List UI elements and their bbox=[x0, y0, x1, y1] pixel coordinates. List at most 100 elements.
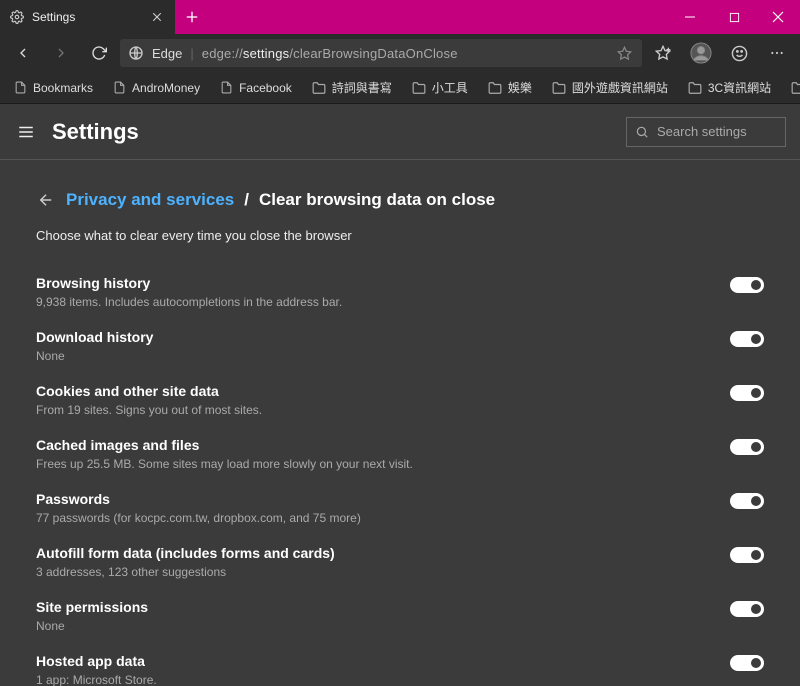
favorite-star-icon[interactable] bbox=[614, 43, 634, 63]
hamburger-menu-icon[interactable] bbox=[14, 120, 38, 144]
toggle-switch[interactable] bbox=[730, 385, 764, 401]
toggle-knob bbox=[751, 604, 761, 614]
breadcrumb-current: Clear browsing data on close bbox=[259, 190, 495, 210]
toggle-knob bbox=[751, 550, 761, 560]
option-title: Browsing history bbox=[36, 275, 718, 291]
section-subtitle: Choose what to clear every time you clos… bbox=[36, 228, 764, 243]
bookmark-label: 詩詞與書寫 bbox=[332, 79, 392, 96]
option-description: 3 addresses, 123 other suggestions bbox=[36, 565, 718, 579]
maximize-button[interactable] bbox=[712, 0, 756, 34]
bookmark-item[interactable]: Facebook bbox=[212, 77, 300, 99]
toggle-switch[interactable] bbox=[730, 277, 764, 293]
bookmark-item[interactable]: 小工具 bbox=[404, 75, 476, 100]
option-row: Download history None bbox=[36, 319, 764, 373]
bookmark-label: AndroMoney bbox=[132, 81, 200, 95]
toggle-knob bbox=[751, 280, 761, 290]
option-text: Browsing history9,938 items. Includes au… bbox=[36, 275, 730, 309]
option-description: Frees up 25.5 MB. Some sites may load mo… bbox=[36, 457, 718, 471]
bookmark-item[interactable]: 品牌Newsroom bbox=[783, 75, 800, 100]
bookmark-label: Facebook bbox=[239, 81, 292, 95]
option-title: Download history bbox=[36, 329, 718, 345]
breadcrumb-back-icon[interactable] bbox=[36, 190, 56, 210]
option-row: Site permissions None bbox=[36, 589, 764, 643]
option-text: Cached images and files Frees up 25.5 MB.… bbox=[36, 437, 730, 471]
option-row: Cached images and files Frees up 25.5 MB.… bbox=[36, 427, 764, 481]
breadcrumb-parent-link[interactable]: Privacy and services bbox=[66, 190, 234, 210]
option-description: From 19 sites. Signs you out of most sit… bbox=[36, 403, 718, 417]
gear-icon bbox=[10, 10, 24, 24]
toggle-knob bbox=[751, 334, 761, 344]
bookmarks-bar: Bookmarks AndroMoney Facebook 詩詞與書寫小工具 娛樂 國外遊… bbox=[0, 72, 800, 104]
window-controls bbox=[668, 0, 800, 34]
toggle-knob bbox=[751, 442, 761, 452]
close-tab-icon[interactable] bbox=[149, 9, 165, 25]
option-title: Site permissions bbox=[36, 599, 718, 615]
browser-tab[interactable]: Settings bbox=[0, 0, 175, 34]
minimize-button[interactable] bbox=[668, 0, 712, 34]
option-title: Hosted app data bbox=[36, 653, 718, 669]
option-row: Hosted app data 1 app: Microsoft Store. bbox=[36, 643, 764, 686]
search-icon bbox=[635, 125, 649, 139]
toggle-switch[interactable] bbox=[730, 331, 764, 347]
feedback-button[interactable] bbox=[722, 36, 756, 70]
url-scheme: edge:// bbox=[202, 46, 243, 61]
bookmark-item[interactable]: AndroMoney bbox=[105, 77, 208, 99]
favorites-button[interactable] bbox=[646, 36, 680, 70]
window-titlebar: Settings bbox=[0, 0, 800, 34]
toggle-switch[interactable] bbox=[730, 439, 764, 455]
tab-title: Settings bbox=[32, 10, 141, 24]
bookmark-item[interactable]: 詩詞與書寫 bbox=[304, 75, 400, 100]
toggle-knob bbox=[751, 658, 761, 668]
close-window-button[interactable] bbox=[756, 0, 800, 34]
option-text: Cookies and other site dataFrom 19 sites… bbox=[36, 383, 730, 417]
address-separator: | bbox=[190, 46, 193, 61]
browser-toolbar: Edge | edge://settings/clearBrowsingData… bbox=[0, 34, 800, 72]
option-text: Autofill form data (includes forms and c… bbox=[36, 545, 730, 579]
settings-title: Settings bbox=[52, 119, 612, 145]
url-path: /clearBrowsingDataOnClose bbox=[289, 46, 457, 61]
option-row: Autofill form data (includes forms and c… bbox=[36, 535, 764, 589]
option-text: Download history None bbox=[36, 329, 730, 363]
address-bar[interactable]: Edge | edge://settings/clearBrowsingData… bbox=[120, 39, 642, 67]
options-list: Browsing history9,938 items. Includes au… bbox=[36, 265, 764, 686]
option-title: Cached images and files bbox=[36, 437, 718, 453]
toggle-switch[interactable] bbox=[730, 655, 764, 671]
settings-content: Privacy and services / Clear browsing da… bbox=[0, 160, 800, 686]
bookmark-label: 國外遊戲資訊網站 bbox=[572, 79, 668, 96]
address-url: edge://settings/clearBrowsingDataOnClose bbox=[202, 46, 458, 61]
option-text: Hosted app data 1 app: Microsoft Store. bbox=[36, 653, 730, 686]
option-row: Cookies and other site dataFrom 19 sites… bbox=[36, 373, 764, 427]
new-tab-button[interactable] bbox=[175, 0, 209, 34]
bookmark-label: 3C資訊網站 bbox=[708, 79, 771, 96]
toggle-switch[interactable] bbox=[730, 601, 764, 617]
profile-button[interactable] bbox=[684, 36, 718, 70]
toggle-switch[interactable] bbox=[730, 547, 764, 563]
back-button[interactable] bbox=[6, 36, 40, 70]
option-title: Autofill form data (includes forms and c… bbox=[36, 545, 718, 561]
bookmark-item[interactable]: Bookmarks bbox=[6, 77, 101, 99]
option-title: Passwords bbox=[36, 491, 718, 507]
option-row: Passwords 77 passwords (for kocpc.com.tw,… bbox=[36, 481, 764, 535]
toggle-knob bbox=[751, 496, 761, 506]
option-description: 1 app: Microsoft Store. bbox=[36, 673, 718, 686]
address-brand: Edge bbox=[152, 46, 182, 61]
option-text: Site permissions None bbox=[36, 599, 730, 633]
url-host: settings bbox=[243, 46, 289, 61]
bookmark-label: 娛樂 bbox=[508, 79, 532, 96]
bookmark-label: Bookmarks bbox=[33, 81, 93, 95]
more-menu-button[interactable] bbox=[760, 36, 794, 70]
option-description: None bbox=[36, 349, 718, 363]
toggle-switch[interactable] bbox=[730, 493, 764, 509]
refresh-button[interactable] bbox=[82, 36, 116, 70]
bookmark-item[interactable]: 3C資訊網站 bbox=[680, 75, 779, 100]
forward-button[interactable] bbox=[44, 36, 78, 70]
option-description: 77 passwords (for kocpc.com.tw, dropbox.… bbox=[36, 511, 718, 525]
breadcrumb: Privacy and services / Clear browsing da… bbox=[36, 190, 764, 210]
search-settings-input[interactable]: Search settings bbox=[626, 117, 786, 147]
settings-header: Settings Search settings bbox=[0, 104, 800, 160]
toggle-knob bbox=[751, 388, 761, 398]
bookmark-item[interactable]: 國外遊戲資訊網站 bbox=[544, 75, 676, 100]
bookmark-item[interactable]: 娛樂 bbox=[480, 75, 540, 100]
option-description: None bbox=[36, 619, 718, 633]
edge-icon bbox=[128, 45, 144, 61]
